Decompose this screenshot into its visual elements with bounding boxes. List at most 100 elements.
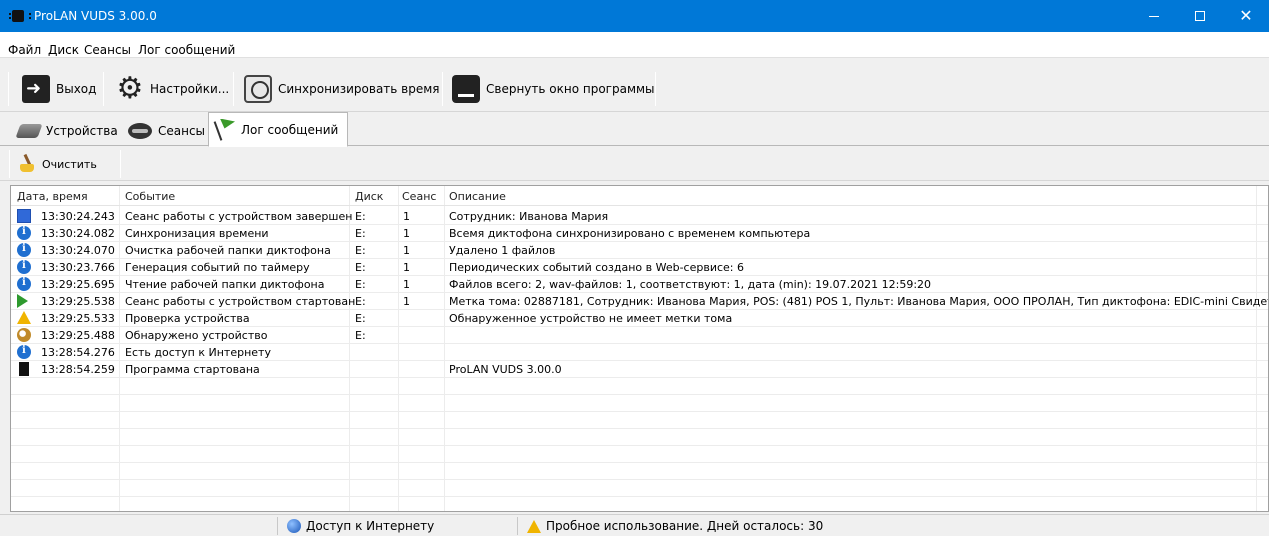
empty-row [11,497,1268,511]
minimize-window-button[interactable]: Свернуть окно программы [452,69,655,109]
cell-event: Программа стартована [125,363,260,376]
menu-message-log[interactable]: Лог сообщений [138,43,235,57]
table-header: Дата, время Событие Диск Сеанс Описание [11,186,1268,206]
table-row[interactable]: 13:30:24.243 Сеанс работы с устройством з… [11,208,1268,225]
info-icon [17,345,31,359]
tab-sessions[interactable]: Сеансы [122,115,205,146]
message-log-table[interactable]: Дата, время Событие Диск Сеанс Описание … [10,185,1269,512]
toolbar-separator [9,150,10,178]
cell-event: Чтение рабочей папки диктофона [125,278,325,291]
internet-status: Доступ к Интернету [287,519,434,533]
log-toolbar: Очистить [0,147,1269,181]
cell-time: 13:30:24.082 [41,227,115,240]
tab-strip: Устройства Сеансы Лог сообщений [0,112,1269,147]
exit-icon [22,75,50,103]
sync-time-button[interactable]: Синхронизировать время [244,69,440,109]
cell-event: Обнаружено устройство [125,329,268,342]
column-header-description[interactable]: Описание [449,190,506,203]
cell-disk: E: [355,244,366,257]
cell-event: Сеанс работы с устройством завершен [125,210,353,223]
empty-row [11,480,1268,497]
maximize-button[interactable] [1177,0,1223,32]
table-row[interactable]: 13:29:25.488 Обнаружено устройство E: [11,327,1268,344]
column-header-event[interactable]: Событие [125,190,175,203]
tab-devices-label: Устройства [46,123,118,138]
empty-row [11,429,1268,446]
cell-time: 13:30:24.243 [41,210,115,223]
menu-sessions[interactable]: Сеансы [84,43,131,57]
cell-time: 13:28:54.259 [41,363,115,376]
close-icon: ✕ [1239,6,1253,25]
toolbar-separator [655,72,656,106]
table-row[interactable]: 13:29:25.533 Проверка устройства E: Обнаруж… [11,310,1268,327]
info-icon [17,226,31,240]
table-row[interactable]: 13:29:25.538 Сеанс работы с устройством с… [11,293,1268,310]
table-row[interactable]: 13:28:54.259 Программа стартована ProLAN V… [11,361,1268,378]
settings-label: Настройки... [150,82,230,96]
table-row[interactable]: 13:30:24.082 Синхронизация времени E: 1 Всем… [11,225,1268,242]
title-bar: ProLAN VUDS 3.00.0 ✕ [0,0,1269,32]
info-icon [17,243,31,257]
settings-button[interactable]: ⚙ Настройки... [116,69,230,109]
stop-icon [17,209,31,223]
table-row[interactable]: 13:30:24.070 Очистка рабочей папки диктоф… [11,242,1268,259]
cell-session: 1 [403,210,410,223]
cell-time: 13:29:25.538 [41,295,115,308]
toolbar-separator [233,72,234,106]
play-icon [17,294,28,308]
cell-desc: ProLAN VUDS 3.00.0 [449,363,562,376]
devices-icon [15,123,43,138]
column-header-disk[interactable]: Диск [355,190,383,203]
info-icon [17,260,31,274]
empty-row [11,412,1268,429]
cell-time: 13:30:23.766 [41,261,115,274]
disk-icon [17,328,31,342]
tab-devices[interactable]: Устройства [12,115,118,146]
minimize-button[interactable] [1131,0,1177,32]
table-row[interactable]: 13:30:23.766 Генерация событий по таймеру… [11,259,1268,276]
exit-button[interactable]: Выход [22,69,96,109]
cell-desc: Сотрудник: Иванова Мария [449,210,609,223]
cell-session: 1 [403,261,410,274]
menu-bar: Файл Диск Сеансы Лог сообщений [0,32,1269,58]
sync-time-label: Синхронизировать время [278,82,440,96]
app-chip-icon [9,10,31,22]
menu-disk[interactable]: Диск [48,43,79,57]
column-header-datetime[interactable]: Дата, время [17,190,88,203]
cell-time: 13:29:25.488 [41,329,115,342]
clock-sync-icon [244,75,272,103]
close-button[interactable]: ✕ [1223,0,1269,32]
table-row[interactable]: 13:29:25.695 Чтение рабочей папки диктофо… [11,276,1268,293]
cell-desc: Всемя диктофона синхронизировано с време… [449,227,811,240]
flag-icon [215,119,235,141]
tab-sessions-label: Сеансы [158,123,206,138]
cell-desc: Файлов всего: 2, wav-файлов: 1, соответс… [449,278,932,291]
cell-time: 13:29:25.533 [41,312,115,325]
warning-icon [527,519,541,533]
toolbar-separator [442,72,443,106]
table-row[interactable]: 13:28:54.276 Есть доступ к Интернету [11,344,1268,361]
broom-icon [18,154,36,174]
cell-event: Есть доступ к Интернету [125,346,271,359]
empty-row [11,395,1268,412]
cell-desc: Периодических событий создано в Web-серв… [449,261,744,274]
toolbar-separator [8,72,9,106]
cell-session: 1 [403,278,410,291]
clear-button[interactable]: Очистить [18,151,97,177]
cell-event: Сеанс работы с устройством стартован [125,295,356,308]
clear-label: Очистить [42,157,97,171]
menu-file[interactable]: Файл [8,43,41,57]
minimize-icon [1149,15,1159,17]
cell-disk: E: [355,210,366,223]
cell-time: 13:30:24.070 [41,244,115,257]
tab-message-log[interactable]: Лог сообщений [208,112,348,147]
cell-time: 13:28:54.276 [41,346,115,359]
cell-session: 1 [403,295,410,308]
column-header-session[interactable]: Сеанс [402,190,436,203]
internet-status-label: Доступ к Интернету [306,519,435,533]
empty-row [11,463,1268,480]
cell-event: Синхронизация времени [125,227,269,240]
trial-status: Пробное использование. Дней осталось: 30 [527,519,823,533]
cell-desc: Обнаруженное устройство не имеет метки т… [449,312,733,325]
globe-icon [287,519,301,533]
